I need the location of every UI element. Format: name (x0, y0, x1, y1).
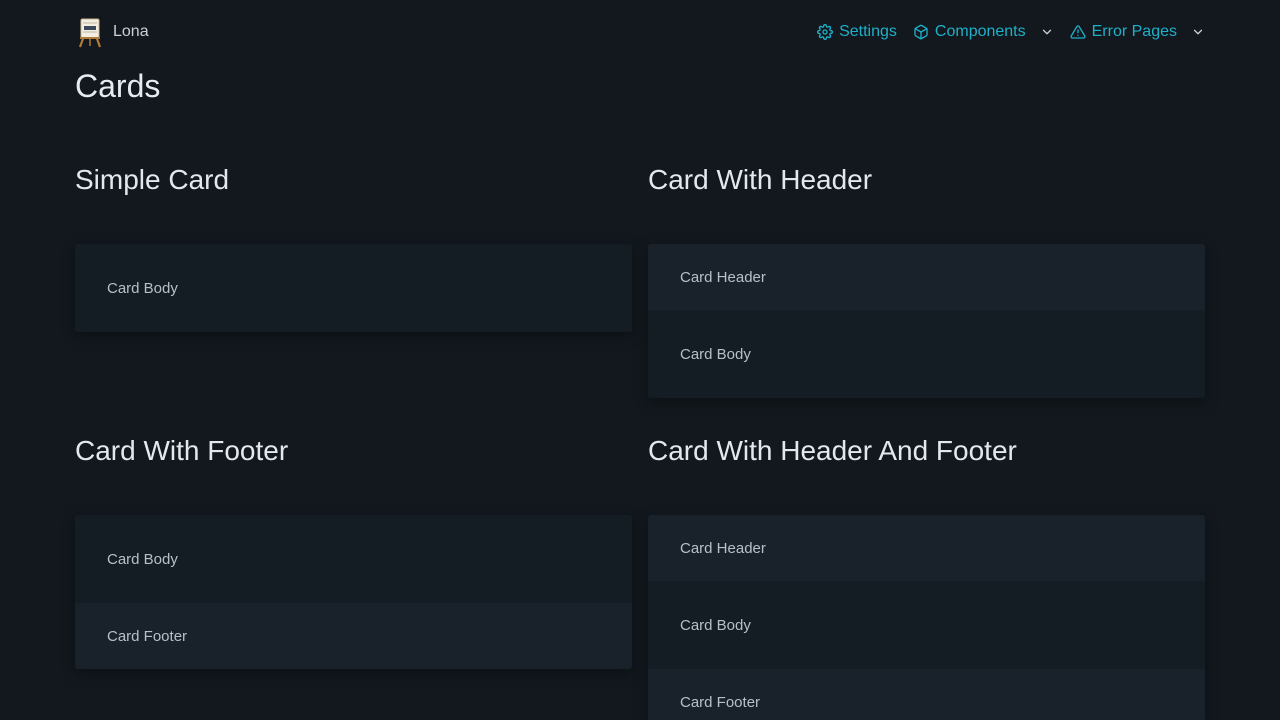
brand-link[interactable]: Lona (75, 16, 149, 48)
page-title: Cards (75, 68, 161, 104)
section-title-simple-card: Simple Card (75, 164, 230, 195)
main-nav: Settings Components Error Pages (817, 23, 1205, 41)
card-body: Card Body (75, 515, 632, 603)
chevron-down-icon[interactable] (1191, 25, 1205, 39)
section-title-card-with-footer: Card With Footer (75, 435, 289, 466)
easel-logo-icon (78, 18, 102, 48)
card-with-header: Card Header Card Body (648, 244, 1205, 398)
card-footer: Card Footer (75, 603, 632, 669)
card-with-header-and-footer: Card Header Card Body Card Footer (648, 515, 1205, 720)
nav-error-pages-label: Error Pages (1091, 23, 1177, 40)
card-body: Card Body (648, 310, 1205, 398)
card-footer: Card Footer (648, 669, 1205, 720)
nav-settings-label: Settings (839, 23, 897, 40)
card-with-footer: Card Body Card Footer (75, 515, 632, 669)
top-navbar: Lona Settings Components Error Pages (75, 14, 1205, 50)
card-body: Card Body (648, 581, 1205, 669)
card-header: Card Header (648, 515, 1205, 581)
chevron-down-icon[interactable] (1040, 25, 1054, 39)
warning-triangle-icon (1070, 24, 1086, 40)
cube-icon (913, 24, 929, 40)
nav-settings-link[interactable]: Settings (817, 23, 897, 41)
card-body: Card Body (75, 244, 632, 332)
nav-error-pages-link[interactable]: Error Pages (1070, 23, 1177, 41)
cards-page: Lona Settings Components Error Pages Car… (0, 0, 1280, 720)
brand-name: Lona (113, 23, 149, 40)
nav-components-link[interactable]: Components (913, 23, 1026, 41)
card-header: Card Header (648, 244, 1205, 310)
section-title-card-with-header-and-footer: Card With Header And Footer (648, 435, 1017, 466)
nav-components-label: Components (934, 23, 1026, 40)
gear-icon (817, 24, 834, 40)
section-title-card-with-header: Card With Header (648, 164, 873, 195)
simple-card: Card Body (75, 244, 632, 332)
